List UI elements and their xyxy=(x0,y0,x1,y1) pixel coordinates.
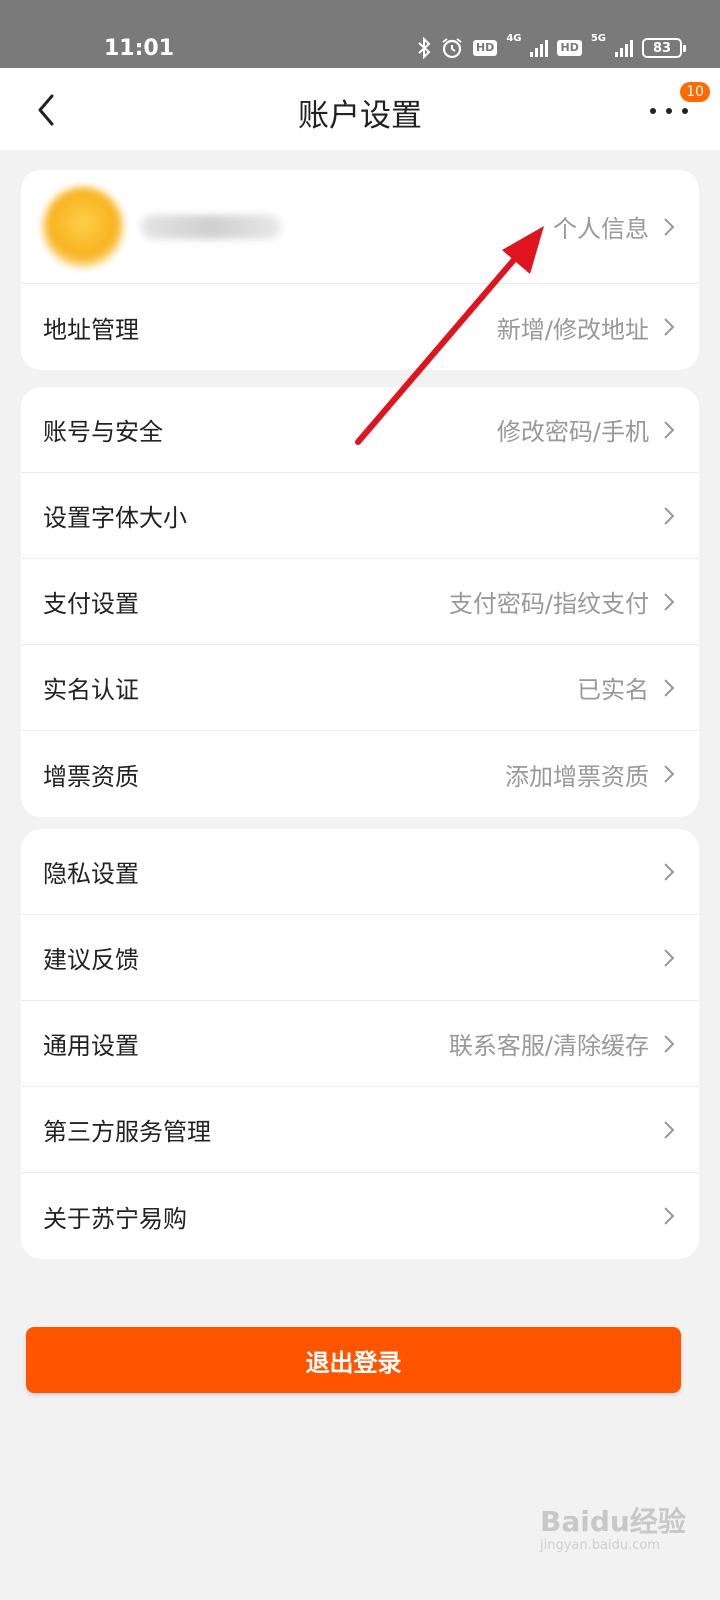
row-value: 支付密码/指纹支付 xyxy=(448,590,649,618)
settings-row-third-party[interactable]: 第三方服务管理 xyxy=(21,1087,699,1173)
chevron-right-icon xyxy=(664,217,675,236)
logout-button[interactable]: 退出登录 xyxy=(26,1327,681,1393)
row-label: 增票资质 xyxy=(43,762,139,791)
row-label: 第三方服务管理 xyxy=(43,1118,211,1146)
general-settings-card: 隐私设置 建议反馈 通用设置 联系客服/清除缓存 第三方服务管理 关于苏宁易购 xyxy=(21,829,699,1259)
bluetooth-icon xyxy=(418,37,431,59)
chevron-right-icon xyxy=(664,948,675,967)
watermark-logo: Baidu经验 xyxy=(540,1505,686,1538)
row-value: 联系客服/清除缓存 xyxy=(448,1032,649,1060)
settings-row-font-size[interactable]: 设置字体大小 xyxy=(21,473,699,559)
hd-indicator-2: HD xyxy=(557,40,582,56)
row-label: 设置字体大小 xyxy=(43,504,187,532)
personal-info-link[interactable]: 个人信息 xyxy=(553,209,649,244)
battery-icon: 83 xyxy=(642,38,686,58)
profile-card: 个人信息 地址管理 新增/修改地址 xyxy=(21,170,699,370)
app-header: 账户设置 xyxy=(0,68,720,150)
chevron-right-icon xyxy=(664,420,675,439)
status-time: 11:01 xyxy=(104,36,175,61)
row-label: 隐私设置 xyxy=(43,860,139,888)
settings-row-about[interactable]: 关于苏宁易购 xyxy=(21,1173,699,1259)
settings-row-general[interactable]: 通用设置 联系客服/清除缓存 xyxy=(21,1001,699,1087)
row-value: 已实名 xyxy=(577,676,649,704)
status-icons: HD 4G HD 5G 83 xyxy=(417,33,686,60)
row-value: 新增/修改地址 xyxy=(496,315,649,344)
chevron-right-icon xyxy=(664,1120,675,1139)
row-value: 添加增票资质 xyxy=(505,762,649,791)
chevron-right-icon xyxy=(664,592,675,611)
row-label: 账号与安全 xyxy=(43,418,163,446)
avatar[interactable] xyxy=(43,186,123,267)
network-type-5g: 5G xyxy=(590,33,606,44)
chevron-right-icon xyxy=(664,1207,675,1225)
username-blurred xyxy=(141,214,281,239)
network-type-4g: 4G xyxy=(506,33,522,44)
watermark-url: jingyan.baidu.com xyxy=(540,1538,660,1553)
row-label: 地址管理 xyxy=(43,315,139,344)
notification-badge: 10 xyxy=(680,82,710,102)
page-title: 账户设置 xyxy=(298,98,422,134)
alarm-icon xyxy=(442,38,462,59)
settings-row-feedback[interactable]: 建议反馈 xyxy=(21,915,699,1001)
row-label: 实名认证 xyxy=(43,676,139,704)
chevron-right-icon xyxy=(664,765,675,783)
chevron-right-icon xyxy=(664,678,675,697)
status-bar: 11:01 HD 4G HD 5G 83 xyxy=(0,0,720,68)
chevron-right-icon xyxy=(664,1034,675,1053)
row-label: 关于苏宁易购 xyxy=(43,1204,187,1233)
profile-row[interactable]: 个人信息 xyxy=(21,170,699,284)
settings-row-account-security[interactable]: 账号与安全 修改密码/手机 xyxy=(21,387,699,473)
settings-row-payment[interactable]: 支付设置 支付密码/指纹支付 xyxy=(21,559,699,645)
settings-row-invoice[interactable]: 增票资质 添加增票资质 xyxy=(21,731,699,817)
chevron-right-icon xyxy=(664,506,675,525)
chevron-right-icon xyxy=(664,318,675,336)
battery-level: 83 xyxy=(652,40,672,56)
account-settings-card: 账号与安全 修改密码/手机 设置字体大小 支付设置 支付密码/指纹支付 实名认证… xyxy=(21,387,699,817)
settings-row[interactable]: 地址管理 新增/修改地址 xyxy=(21,284,699,370)
row-value: 修改密码/手机 xyxy=(496,418,649,446)
settings-row-real-name[interactable]: 实名认证 已实名 xyxy=(21,645,699,731)
row-label: 建议反馈 xyxy=(43,946,139,974)
signal-icon xyxy=(530,39,549,57)
signal-icon-2 xyxy=(615,39,633,57)
chevron-right-icon xyxy=(664,862,675,881)
row-label: 通用设置 xyxy=(43,1032,139,1060)
row-label: 支付设置 xyxy=(43,590,139,618)
hd-indicator: HD xyxy=(472,40,498,56)
settings-row-privacy[interactable]: 隐私设置 xyxy=(21,829,699,915)
